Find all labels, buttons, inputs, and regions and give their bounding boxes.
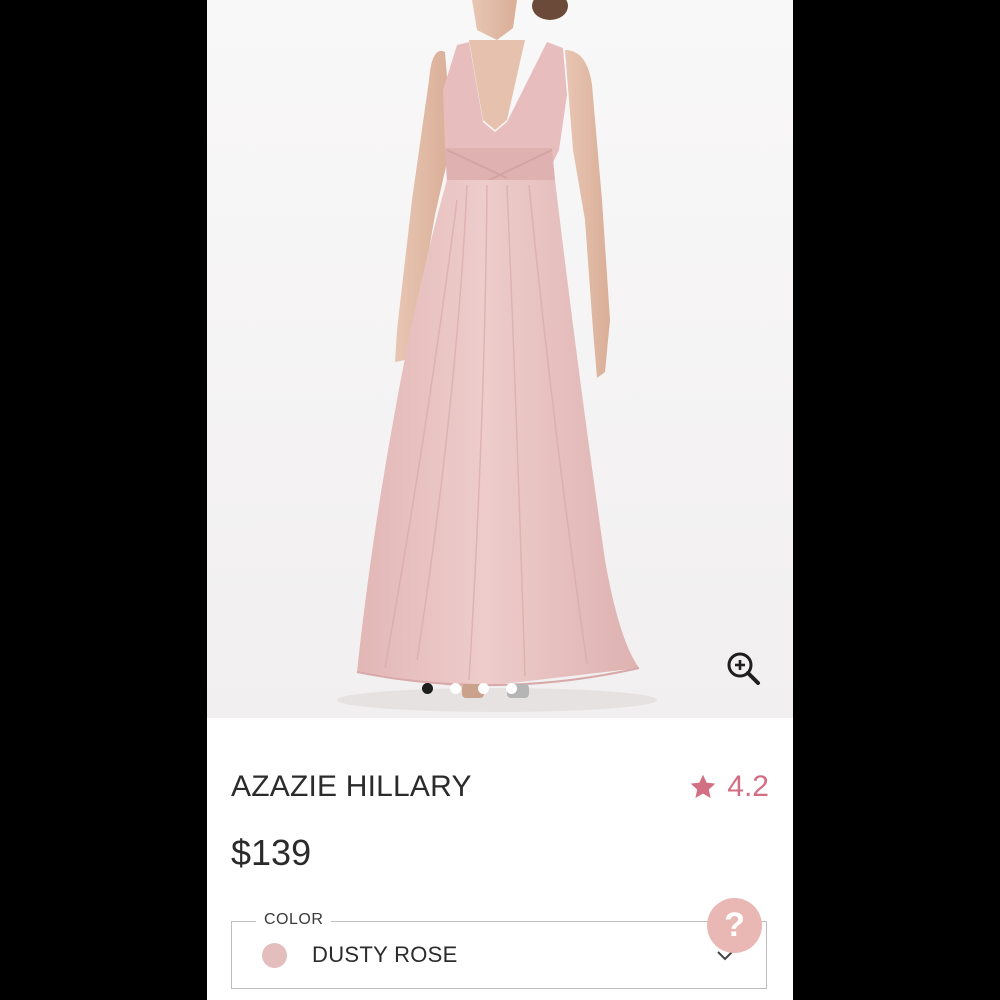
help-button[interactable]: ? xyxy=(707,898,762,953)
product-title: AZAZIE HILLARY xyxy=(231,770,472,803)
product-photo xyxy=(337,0,657,712)
product-rating[interactable]: 4.2 xyxy=(689,770,769,804)
product-image-gallery[interactable] xyxy=(207,0,793,718)
selected-color: DUSTY ROSE xyxy=(312,942,458,967)
gallery-dot[interactable] xyxy=(450,682,461,694)
product-header: AZAZIE HILLARY 4.2 xyxy=(231,765,769,809)
color-label: COLOR xyxy=(256,911,332,929)
gallery-dot[interactable] xyxy=(506,682,517,694)
color-select[interactable]: COLOR DUSTY ROSE xyxy=(231,911,767,989)
gallery-dot[interactable] xyxy=(422,682,433,694)
gallery-dot[interactable] xyxy=(478,682,489,694)
color-swatch xyxy=(262,943,287,968)
gallery-pagination xyxy=(422,682,517,694)
product-page: AZAZIE HILLARY 4.2 $139 COLOR DUSTY ROSE… xyxy=(207,0,793,1000)
zoom-button[interactable] xyxy=(725,650,763,688)
star-icon xyxy=(691,774,716,798)
product-price: $139 xyxy=(231,832,312,873)
rating-value: 4.2 xyxy=(727,770,769,803)
zoom-in-icon xyxy=(727,652,760,685)
